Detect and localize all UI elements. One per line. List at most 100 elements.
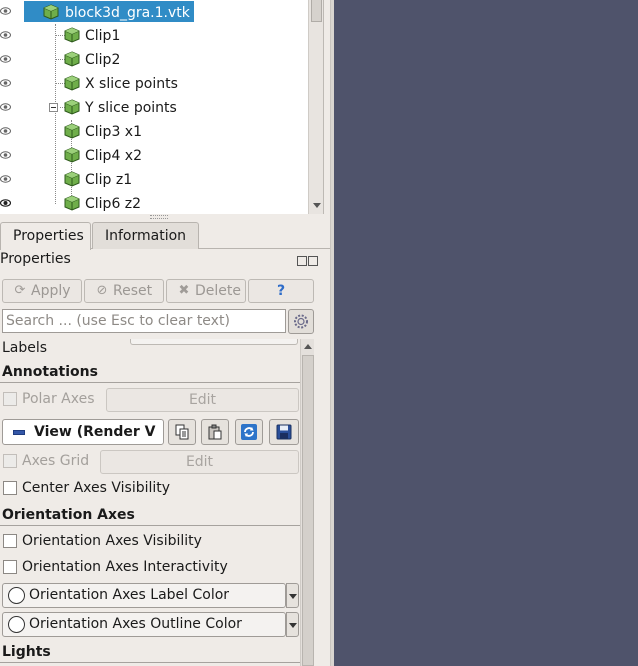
section-divider xyxy=(0,382,300,383)
pipeline-item-label: Y slice points xyxy=(85,100,177,116)
pipeline-item-clip4[interactable]: Clip4 x2 xyxy=(0,144,308,168)
pipeline-item-clip1[interactable]: Clip1 xyxy=(0,24,308,48)
pipeline-item-label: X slice points xyxy=(85,76,178,92)
polar-axes-checkbox[interactable] xyxy=(3,392,17,406)
pipeline-item-root[interactable]: block3d_gra.1.vtk xyxy=(0,0,308,24)
scroll-up-icon[interactable] xyxy=(304,344,312,349)
apply-button[interactable]: ⟳ Apply xyxy=(2,279,82,303)
collapse-icon[interactable] xyxy=(49,103,58,112)
save-icon xyxy=(276,424,292,440)
cube-icon xyxy=(64,123,80,139)
reset-label: Reset xyxy=(113,283,153,299)
refresh-button[interactable] xyxy=(235,419,263,445)
polar-axes-label: Polar Axes xyxy=(22,391,95,407)
eye-icon[interactable] xyxy=(0,54,11,64)
panel-controls xyxy=(297,254,319,270)
delete-icon: ✖ xyxy=(178,283,190,298)
pipeline-item-label: block3d_gra.1.vtk xyxy=(65,5,190,21)
delete-button[interactable]: ✖ Delete xyxy=(166,279,246,303)
cube-icon xyxy=(64,75,80,91)
advanced-toggle-button[interactable] xyxy=(288,309,314,334)
section-divider xyxy=(0,525,300,526)
orientation-outline-color-button[interactable]: Orientation Axes Outline Color xyxy=(2,612,286,637)
pipeline-browser[interactable]: block3d_gra.1.vtk Clip1 Clip2 X slice po… xyxy=(0,0,324,214)
panel-tabs: Properties Information xyxy=(0,222,330,250)
cube-icon xyxy=(64,147,80,163)
reset-icon: ⊘ xyxy=(96,283,108,298)
axes-grid-edit-button[interactable]: Edit xyxy=(100,450,299,474)
eye-icon[interactable] xyxy=(0,102,11,112)
pipeline-item-clip3[interactable]: Clip3 x1 xyxy=(0,120,308,144)
scroll-down-icon[interactable] xyxy=(313,203,321,208)
properties-scrollbar[interactable] xyxy=(300,339,314,666)
color-swatch xyxy=(8,587,25,604)
cube-icon xyxy=(64,195,80,211)
delete-label: Delete xyxy=(195,283,241,299)
view-selector-label: View (Render V xyxy=(34,424,156,440)
orientation-visibility-checkbox[interactable] xyxy=(3,534,17,548)
reset-button[interactable]: ⊘ Reset xyxy=(84,279,164,303)
eye-icon[interactable] xyxy=(0,30,11,40)
copy-icon xyxy=(175,424,189,440)
axes-grid-label: Axes Grid xyxy=(22,453,90,469)
label-color-dropdown[interactable] xyxy=(286,583,299,608)
tab-information[interactable]: Information xyxy=(92,222,199,249)
pipeline-item-label: Clip6 z2 xyxy=(85,196,142,212)
section-lights: Lights xyxy=(2,644,51,660)
render-view-icon xyxy=(13,430,25,435)
search-input[interactable] xyxy=(2,309,286,333)
clipped-widget xyxy=(130,339,298,345)
center-axes-checkbox[interactable] xyxy=(3,481,17,495)
pipeline-item-label: Clip z1 xyxy=(85,172,133,188)
copy-button[interactable] xyxy=(168,419,196,445)
eye-icon[interactable] xyxy=(0,126,11,136)
polar-axes-edit-button[interactable]: Edit xyxy=(106,388,299,412)
view-selector[interactable]: View (Render V xyxy=(2,419,164,445)
pipeline-item-label: Clip3 x1 xyxy=(85,124,142,140)
cube-icon xyxy=(64,99,80,115)
axes-grid-checkbox[interactable] xyxy=(3,454,17,468)
orientation-visibility-label: Orientation Axes Visibility xyxy=(22,533,202,549)
pipeline-item-label: Clip4 x2 xyxy=(85,148,142,164)
properties-scroll-area[interactable]: Labels Annotations Polar Axes Edit View … xyxy=(0,339,300,666)
pipeline-item-clip2[interactable]: Clip2 xyxy=(0,48,308,72)
refresh-icon xyxy=(241,424,257,440)
apply-label: Apply xyxy=(31,283,71,299)
pipeline-item-label: Clip1 xyxy=(85,28,121,44)
section-orientation-axes: Orientation Axes xyxy=(2,507,135,523)
close-icon[interactable] xyxy=(308,256,318,266)
outline-color-dropdown[interactable] xyxy=(286,612,299,637)
tab-properties[interactable]: Properties xyxy=(0,222,91,250)
eye-icon[interactable] xyxy=(0,198,11,208)
scrollbar-thumb[interactable] xyxy=(302,355,314,666)
pipeline-item-label: Clip2 xyxy=(85,52,121,68)
gear-icon xyxy=(294,314,308,329)
color-swatch xyxy=(8,616,25,633)
pipeline-item-x-slice[interactable]: X slice points xyxy=(0,72,308,96)
float-icon[interactable] xyxy=(297,256,307,266)
paste-button[interactable] xyxy=(201,419,229,445)
pipeline-item-clip-z1[interactable]: Clip z1 xyxy=(0,168,308,192)
apply-icon: ⟳ xyxy=(14,283,26,298)
scrollbar-thumb[interactable] xyxy=(311,0,322,22)
pipeline-item-clip6[interactable]: Clip6 z2 xyxy=(0,192,308,214)
labels-row: Labels xyxy=(2,340,48,356)
cube-icon xyxy=(64,27,80,43)
orientation-label-color-button[interactable]: Orientation Axes Label Color xyxy=(2,583,286,608)
panel-title: Properties xyxy=(0,251,71,267)
help-button[interactable]: ? xyxy=(248,279,314,303)
splitter-handle[interactable] xyxy=(150,215,168,219)
save-button[interactable] xyxy=(269,419,299,445)
eye-icon[interactable] xyxy=(0,6,11,16)
pipeline-item-y-slice[interactable]: Y slice points xyxy=(0,96,308,120)
pipeline-scrollbar[interactable] xyxy=(308,0,323,214)
eye-icon[interactable] xyxy=(0,78,11,88)
center-axes-label: Center Axes Visibility xyxy=(22,480,171,496)
orientation-interactivity-checkbox[interactable] xyxy=(3,560,17,574)
eye-icon[interactable] xyxy=(0,174,11,184)
eye-icon[interactable] xyxy=(0,150,11,160)
orientation-label-color-label: Orientation Axes Label Color xyxy=(29,587,230,603)
selection-highlight: block3d_gra.1.vtk xyxy=(24,1,194,22)
cube-icon xyxy=(43,4,59,20)
render-view[interactable] xyxy=(334,0,638,666)
